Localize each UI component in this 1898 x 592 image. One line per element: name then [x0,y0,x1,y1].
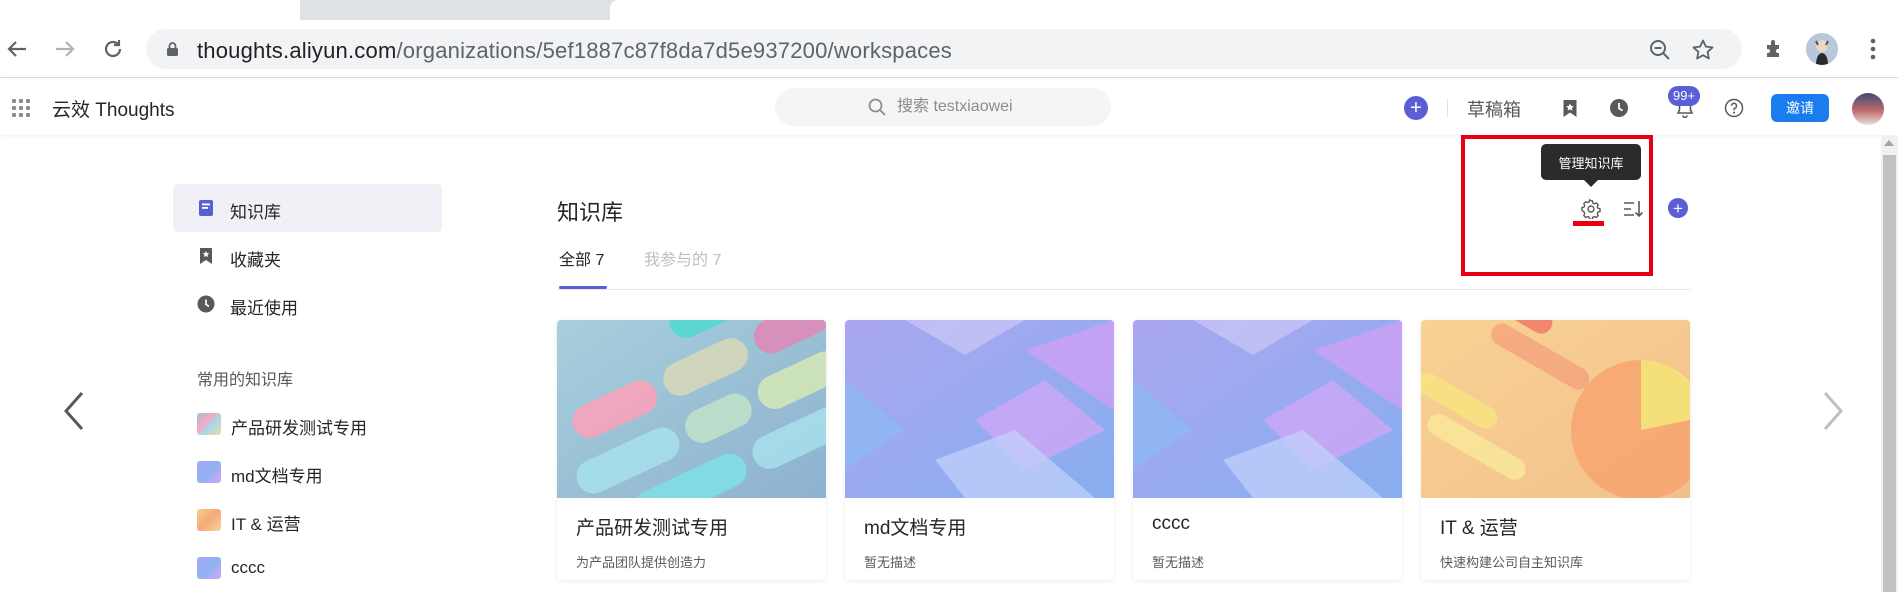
browser-toolbar: thoughts.aliyun.com/organizations/5ef188… [0,20,1898,78]
forward-icon [56,41,75,57]
browser-tab-active[interactable] [0,0,300,20]
search-input[interactable] [897,96,1097,118]
card-description: 暂无描述 [864,555,917,570]
sidebar-item-knowledge-base[interactable]: 知识库 [173,184,442,232]
forward-button[interactable] [48,32,82,66]
workspace-thumbnail [197,557,221,579]
apps-grid-icon[interactable] [12,99,30,117]
app-header: 云效 Thoughts + 草稿箱 99+ 邀请 [0,79,1898,135]
knowledge-base-card[interactable]: cccc 暂无描述 [1133,320,1402,580]
page-title: 知识库 [557,200,624,225]
profile-avatar[interactable] [1806,33,1838,65]
card-title: 产品研发测试专用 [576,518,729,539]
help-icon [1724,98,1744,118]
reload-button[interactable] [96,32,130,66]
workspace-thumbnail [197,461,221,483]
card-cover-image [557,320,826,498]
invite-button[interactable]: 邀请 [1771,94,1829,122]
favorite-item-label: cccc [231,558,265,577]
more-vert-icon [1870,38,1876,60]
zoom-out-icon[interactable] [1648,38,1672,62]
annotation-underline [1573,221,1604,226]
plus-icon: + [1410,97,1422,119]
knowledge-base-card[interactable]: 产品研发测试专用 为产品团队提供创造力 [557,320,826,580]
bookmark-icon [1563,99,1577,117]
search-icon [868,98,886,116]
card-cover-image [1133,320,1402,498]
add-knowledge-base-button[interactable]: + [1668,198,1688,218]
card-cover-image [1421,320,1690,498]
url-host: thoughts.aliyun.com [197,38,397,63]
carousel-prev-icon[interactable] [60,390,90,432]
favorite-item-label: IT & 运营 [231,515,301,534]
sidebar-item-favorites[interactable]: 收藏夹 [173,232,442,280]
browser-tab[interactable] [610,0,1898,20]
address-url: thoughts.aliyun.com/organizations/5ef188… [197,38,952,64]
sidebar-item-recent[interactable]: 最近使用 [173,280,442,328]
card-description: 快速构建公司自主知识库 [1440,555,1584,570]
card-description: 暂无描述 [1152,555,1205,570]
card-title: cccc [1152,513,1190,534]
recent-button[interactable] [1605,94,1633,122]
favorite-item-label: 产品研发测试专用 [231,419,367,438]
card-title: md文档专用 [864,518,967,539]
favorites-button[interactable] [1556,94,1584,122]
sort-icon [1624,201,1644,218]
url-path: /organizations/5ef1887c87f8da7d5e937200/… [396,38,953,63]
back-button[interactable] [0,32,34,66]
manage-knowledge-base-button[interactable] [1578,196,1604,222]
favorite-item-label: md文档专用 [231,467,323,486]
plus-icon: + [1673,198,1683,218]
help-button[interactable] [1720,94,1748,122]
card-description: 为产品团队提供创造力 [576,555,707,570]
card-cover-image [845,320,1114,498]
scrollbar-thumb[interactable] [1883,155,1896,592]
lock-icon [167,42,178,56]
sidebar-item-label: 知识库 [230,203,281,222]
sidebar-item-label: 最近使用 [230,299,298,318]
address-bar[interactable]: thoughts.aliyun.com/organizations/5ef188… [146,29,1742,69]
tab-participated[interactable]: 我参与的 7 [644,246,721,270]
notification-badge: 99+ [1668,86,1701,106]
extensions-icon [1767,40,1779,57]
clock-icon [197,295,215,313]
user-avatar[interactable] [1852,93,1884,125]
workspace-thumbnail [197,413,221,435]
browser-tab-strip [0,0,1898,20]
browser-menu-button[interactable] [1857,33,1889,65]
profile-photo [1806,33,1838,65]
carousel-next-icon[interactable] [1817,390,1847,432]
tooltip-arrow [1584,180,1598,187]
search-box[interactable] [775,88,1111,126]
reload-icon [104,40,122,58]
tab-all[interactable]: 全部 7 [559,246,604,270]
tooltip: 管理知识库 [1541,144,1641,180]
back-icon [7,41,26,57]
favorites-heading: 常用的知识库 [197,372,294,389]
gear-icon [1581,199,1601,219]
workspace-thumbnail [197,509,221,531]
sort-button[interactable] [1621,196,1647,222]
drafts-link[interactable]: 草稿箱 [1467,96,1521,122]
clock-icon [1610,99,1628,117]
app-title[interactable]: 云效 Thoughts [52,95,175,122]
scrollbar-up-arrow[interactable] [1884,140,1894,146]
book-icon [199,200,213,216]
knowledge-base-card[interactable]: md文档专用 暂无描述 [845,320,1114,580]
bookmark-icon [200,248,212,264]
header-divider [1447,99,1448,117]
knowledge-base-card[interactable]: IT & 运营 快速构建公司自主知识库 [1421,320,1690,580]
extensions-button[interactable] [1759,33,1791,65]
bookmark-star-icon[interactable] [1691,38,1715,62]
create-button[interactable]: + [1404,96,1428,120]
sidebar-item-label: 收藏夹 [230,251,281,270]
tabs-divider [557,289,1690,290]
card-title: IT & 运营 [1440,518,1518,539]
